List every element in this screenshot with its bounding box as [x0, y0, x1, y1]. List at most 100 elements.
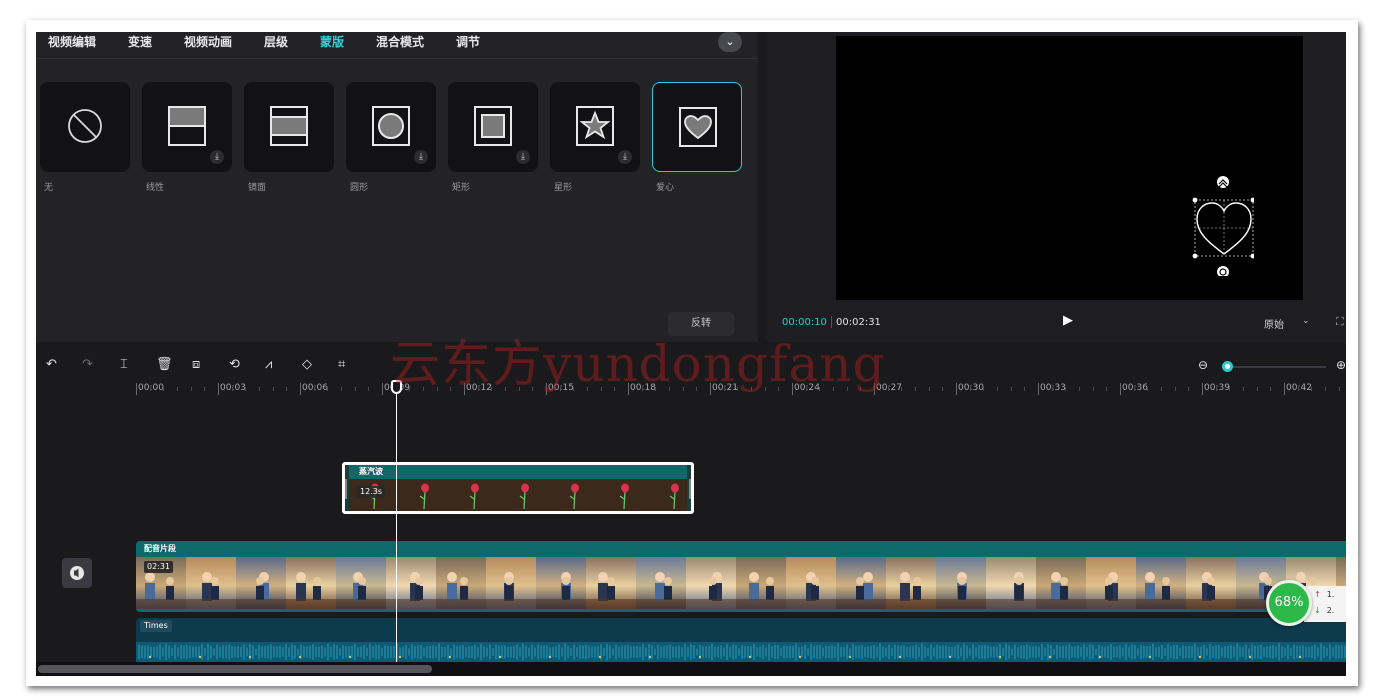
- tab-layer[interactable]: 层级: [264, 32, 288, 52]
- feather-handle-icon: [1217, 176, 1229, 188]
- freeze-icon[interactable]: ⧈: [192, 358, 200, 372]
- video-frame-thumbnail: [286, 557, 336, 609]
- watermark-text: 云东方yundongfang: [390, 335, 886, 393]
- ruler-minor-tick: [1311, 387, 1313, 391]
- heart-mask-icon: [679, 107, 717, 147]
- rose-sticker-icon: [669, 483, 679, 509]
- sticker-clip[interactable]: 蒸汽波 12.3s: [342, 462, 694, 514]
- mirror-icon[interactable]: ⩘: [265, 358, 272, 372]
- fullscreen-icon[interactable]: ⛶: [1336, 315, 1344, 329]
- ruler-minor-tick: [1065, 387, 1067, 391]
- download-icon[interactable]: ⤓: [516, 150, 530, 164]
- redo-icon[interactable]: ↷: [82, 358, 93, 372]
- preview-player: 00:00:10 00:02:31 ▶ 原始 ⌄ ⛶: [766, 32, 1346, 342]
- trim-handle-left[interactable]: [345, 479, 347, 499]
- ruler-minor-tick: [1174, 387, 1176, 391]
- tab-adjust[interactable]: 调节: [456, 32, 480, 52]
- ruler-label: 00:39: [1204, 383, 1230, 393]
- ruler-major-tick: [956, 383, 957, 395]
- property-tabs: 视频编辑 变速 视频动画 层级 蒙版 混合模式 调节 ⌄: [36, 32, 758, 54]
- none-icon: [68, 109, 102, 143]
- video-frame-thumbnail: [886, 557, 936, 609]
- playhead[interactable]: [396, 380, 397, 662]
- mask-mirror[interactable]: [244, 82, 334, 172]
- reverse-icon[interactable]: ⟲: [229, 358, 240, 372]
- tab-blend-mode[interactable]: 混合模式: [376, 32, 424, 52]
- download-icon[interactable]: ⤓: [618, 150, 632, 164]
- rotate-icon[interactable]: ◇: [302, 358, 312, 372]
- mask-none[interactable]: [40, 82, 130, 172]
- zoom-in-icon[interactable]: ⊕: [1336, 358, 1346, 372]
- undo-icon[interactable]: ↶: [46, 358, 57, 372]
- preview-canvas[interactable]: [836, 36, 1303, 300]
- chevron-down-icon[interactable]: ⌄: [1302, 316, 1310, 326]
- zoom-slider[interactable]: [1226, 366, 1326, 368]
- volume-icon: [70, 566, 84, 580]
- mask-circle[interactable]: ⤓: [346, 82, 436, 172]
- ruler-minor-tick: [1229, 387, 1231, 391]
- mask-transform-box[interactable]: [1192, 176, 1256, 278]
- ruler-minor-tick: [928, 387, 930, 391]
- split-icon[interactable]: ⌶: [120, 358, 128, 372]
- ruler-minor-tick: [901, 387, 903, 391]
- ruler-minor-tick: [942, 387, 944, 391]
- mask-linear[interactable]: ⤓: [142, 82, 232, 172]
- ruler-minor-tick: [177, 387, 178, 391]
- sticker-clip-thumbnails: [349, 479, 687, 511]
- linear-mask-icon: [168, 106, 206, 146]
- ruler-label: 00:33: [1040, 383, 1066, 393]
- perf-badge[interactable]: 68%: [1266, 580, 1312, 626]
- ratio-select[interactable]: 原始: [1264, 316, 1284, 331]
- ruler-minor-tick: [327, 387, 329, 391]
- video-frame-thumbnail: [386, 557, 436, 609]
- ruler-minor-tick: [354, 387, 356, 391]
- ruler-minor-tick: [190, 387, 192, 391]
- ruler-minor-tick: [231, 387, 233, 391]
- ruler-minor-tick: [1215, 387, 1217, 391]
- ruler-label: 00:42: [1286, 383, 1312, 393]
- ruler-minor-tick: [272, 387, 274, 391]
- ruler-minor-tick: [1338, 387, 1340, 391]
- zoom-slider-knob[interactable]: [1222, 361, 1233, 372]
- ruler-minor-tick: [887, 387, 889, 391]
- play-icon[interactable]: ▶: [1063, 313, 1073, 328]
- download-icon[interactable]: ⤓: [210, 150, 224, 164]
- zoom-out-icon[interactable]: ⊖: [1198, 358, 1208, 372]
- crop-icon[interactable]: ⌗: [338, 358, 345, 372]
- rose-sticker-icon: [469, 483, 479, 509]
- video-frame-thumbnail: [936, 557, 986, 609]
- upload-speed: 1.: [1326, 590, 1335, 599]
- video-frame-thumbnail: [986, 557, 1036, 609]
- scrollbar-thumb[interactable]: [38, 665, 432, 673]
- tab-video-animation[interactable]: 视频动画: [184, 32, 232, 52]
- mask-rectangle[interactable]: ⤓: [448, 82, 538, 172]
- mask-label-circle: 圆形: [350, 183, 369, 193]
- video-frame-thumbnail: [586, 557, 636, 609]
- rose-sticker-icon: [519, 483, 529, 509]
- mask-label-none: 无: [44, 183, 54, 193]
- collapse-chevron-icon[interactable]: ⌄: [718, 32, 742, 52]
- main-clip-name: 配音片段: [144, 544, 176, 553]
- track-area: 蒸汽波 12.3s 配音片段 02:31 Times: [36, 400, 1346, 670]
- main-video-clip[interactable]: 配音片段 02:31: [136, 541, 1346, 612]
- sticker-clip-duration: 12.3s: [357, 486, 385, 498]
- video-editor-app: 视频编辑 变速 视频动画 层级 蒙版 混合模式 调节 ⌄ ⤓ ⤓ ⤓ ⤓ 无 线…: [36, 32, 1346, 676]
- trim-handle-right[interactable]: [689, 479, 691, 499]
- tab-video-edit[interactable]: 视频编辑: [48, 32, 96, 52]
- mask-star[interactable]: ⤓: [550, 82, 640, 172]
- ruler-major-tick: [300, 383, 301, 395]
- tab-speed[interactable]: 变速: [128, 32, 152, 52]
- delete-icon[interactable]: 🗑︎: [156, 358, 173, 372]
- ruler-minor-tick: [983, 387, 985, 391]
- download-icon[interactable]: ⤓: [414, 150, 428, 164]
- timeline-scrollbar[interactable]: [36, 662, 1346, 676]
- ruler-minor-tick: [1270, 387, 1272, 391]
- ruler-minor-tick: [1051, 387, 1053, 391]
- star-mask-icon: [576, 106, 614, 146]
- download-speed: 2.: [1326, 606, 1335, 615]
- video-frame-thumbnail: [186, 557, 236, 609]
- audio-toggle-button[interactable]: [62, 558, 92, 588]
- tab-mask[interactable]: 蒙版: [320, 32, 344, 52]
- mask-heart[interactable]: [652, 82, 742, 172]
- ruler-major-tick: [1284, 383, 1285, 395]
